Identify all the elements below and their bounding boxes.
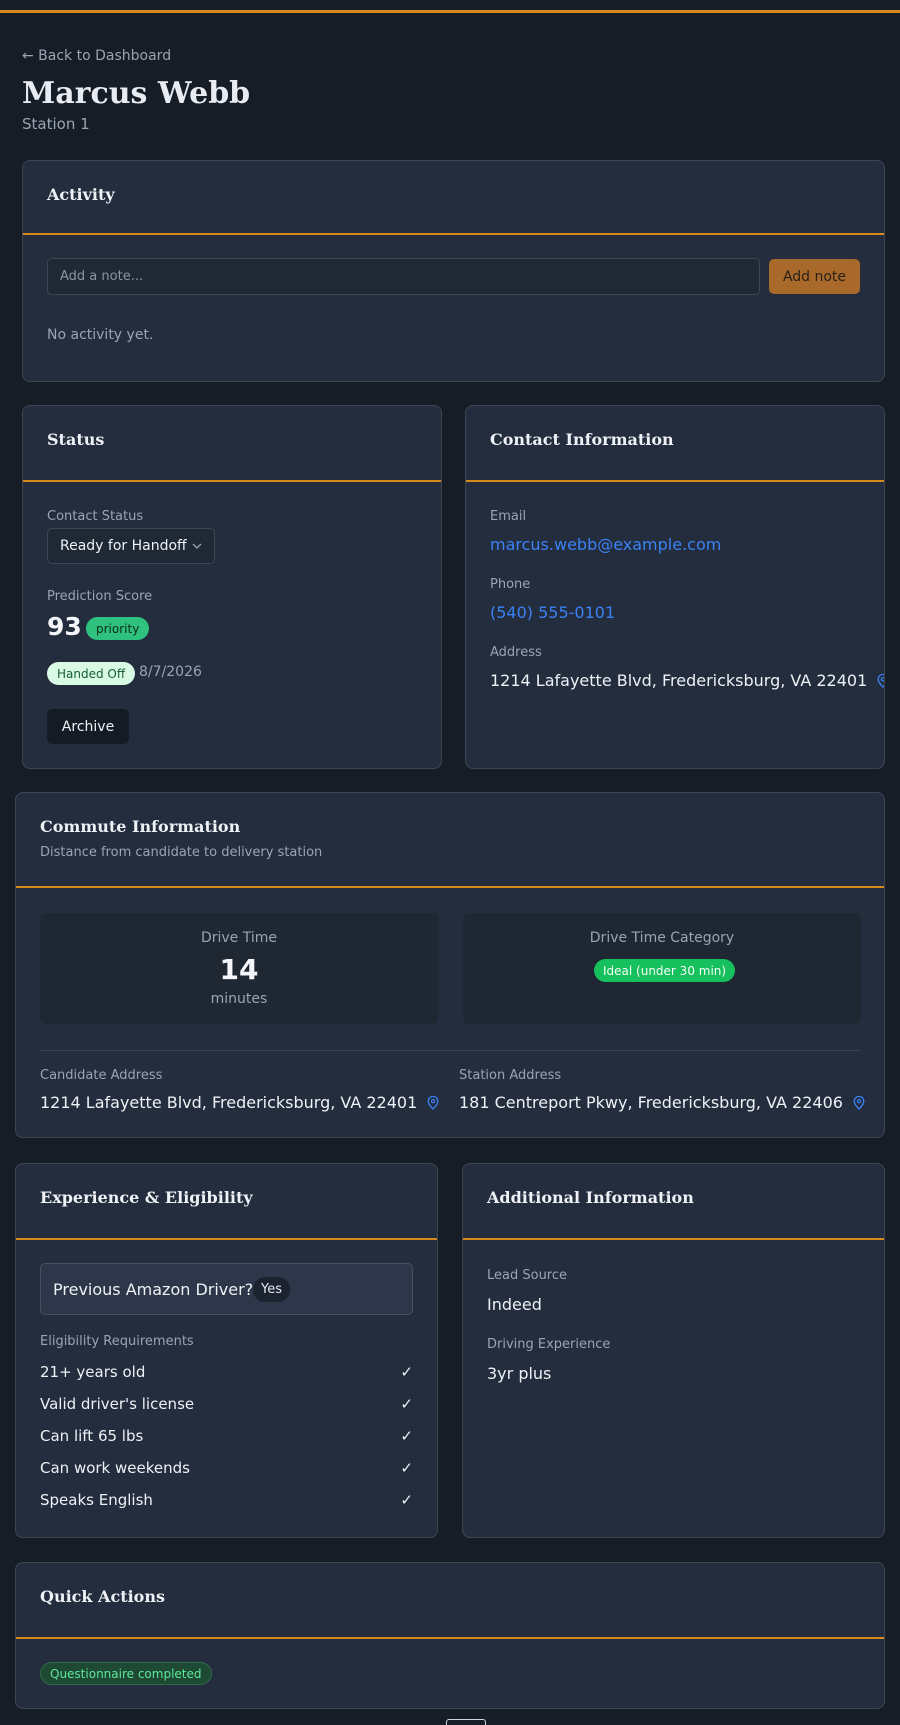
station-address-label: Station Address (459, 1068, 562, 1083)
card-title: Additional Information (487, 1188, 694, 1207)
checkmark-icon: ✓ (400, 1363, 413, 1381)
quick-actions-card-header: Quick Actions (16, 1563, 884, 1639)
eligibility-item: Can work weekends ✓ (40, 1459, 413, 1481)
lead-source-label: Lead Source (487, 1268, 568, 1283)
commute-card-header: Commute Information Distance from candid… (16, 793, 884, 888)
driving-experience-value: 3yr plus (487, 1364, 552, 1383)
drive-time-value: 14 (219, 953, 259, 986)
commute-card: Commute Information Distance from candid… (15, 792, 885, 1138)
eligibility-item-label: Can work weekends (40, 1459, 190, 1477)
email-label: Email (490, 509, 527, 524)
checkmark-icon: ✓ (400, 1395, 413, 1413)
map-pin-icon[interactable] (877, 673, 884, 688)
priority-badge: priority (86, 617, 150, 640)
chevron-down-icon (192, 541, 202, 552)
eligibility-item-label: Valid driver's license (40, 1395, 195, 1413)
status-card-header: Status (23, 406, 441, 482)
archive-button[interactable]: Archive (47, 709, 129, 744)
contact-card-header: Contact Information (466, 406, 884, 482)
eligibility-item-label: 21+ years old (40, 1363, 146, 1381)
card-description: Distance from candidate to delivery stat… (40, 845, 323, 860)
quick-actions-card: Quick Actions Questionnaire completed (15, 1562, 885, 1709)
eligibility-label: Eligibility Requirements (40, 1334, 194, 1349)
card-title: Experience & Eligibility (40, 1188, 253, 1207)
contact-status-label: Contact Status (47, 509, 144, 524)
prediction-score-value: 93 (47, 612, 82, 641)
card-title: Commute Information (40, 817, 241, 836)
driving-experience-label: Driving Experience (487, 1337, 611, 1352)
checkmark-icon: ✓ (400, 1459, 413, 1477)
page-title: Marcus Webb (22, 76, 251, 111)
phone-label: Phone (490, 577, 531, 592)
handed-off-date: 8/7/2026 (139, 664, 202, 680)
page-subtitle: Station 1 (22, 115, 90, 133)
station-address-value: 181 Centreport Pkwy, Fredericksburg, VA … (459, 1093, 865, 1112)
eligibility-item: Can lift 65 lbs ✓ (40, 1427, 413, 1449)
phone-link[interactable]: (540) 555-0101 (490, 603, 615, 622)
candidate-address-label: Candidate Address (40, 1068, 163, 1083)
drive-time-category-label: Drive Time Category (589, 930, 735, 946)
activity-card-header: Activity (23, 161, 884, 235)
handed-off-badge: Handed Off (47, 662, 136, 685)
add-note-button[interactable]: Add note (769, 259, 860, 294)
eligibility-item-label: Can lift 65 lbs (40, 1427, 144, 1445)
questionnaire-completed-badge: Questionnaire completed (40, 1662, 212, 1685)
address-value: 1214 Lafayette Blvd, Fredericksburg, VA … (490, 671, 884, 690)
station-address-text: 181 Centreport Pkwy, Fredericksburg, VA … (459, 1093, 843, 1112)
divider (40, 1050, 861, 1051)
previous-driver-question: Previous Amazon Driver? (53, 1280, 254, 1299)
scroll-indicator (446, 1719, 486, 1725)
back-to-dashboard-link[interactable]: ← Back to Dashboard (22, 48, 171, 64)
email-link[interactable]: marcus.webb@example.com (490, 535, 721, 554)
card-title: Quick Actions (40, 1587, 165, 1606)
candidate-address-text: 1214 Lafayette Blvd, Fredericksburg, VA … (40, 1093, 418, 1112)
experience-card: Experience & Eligibility Previous Amazon… (15, 1163, 438, 1538)
activity-empty-text: No activity yet. (47, 327, 154, 343)
additional-info-card: Additional Information Lead Source Indee… (462, 1163, 885, 1538)
eligibility-item: 21+ years old ✓ (40, 1363, 413, 1385)
drive-time-category-badge: Ideal (under 30 min) (594, 959, 736, 982)
previous-driver-box: Previous Amazon Driver? Yes (40, 1263, 413, 1315)
candidate-address-value: 1214 Lafayette Blvd, Fredericksburg, VA … (40, 1093, 439, 1112)
checkmark-icon: ✓ (400, 1427, 413, 1445)
activity-card: Activity Add note No activity yet. (22, 160, 885, 382)
drive-time-label: Drive Time (200, 930, 278, 946)
lead-source-value: Indeed (487, 1295, 542, 1314)
checkmark-icon: ✓ (400, 1491, 413, 1509)
drive-time-unit: minutes (210, 991, 268, 1007)
map-pin-icon[interactable] (427, 1095, 439, 1110)
card-title: Contact Information (490, 430, 674, 449)
status-card: Status Contact Status Ready for Handoff … (22, 405, 442, 769)
card-title: Status (47, 430, 105, 449)
prediction-score-label: Prediction Score (47, 589, 153, 604)
additional-info-card-header: Additional Information (463, 1164, 884, 1240)
experience-card-header: Experience & Eligibility (16, 1164, 437, 1240)
eligibility-item-label: Speaks English (40, 1491, 153, 1509)
address-label: Address (490, 645, 542, 660)
contact-card: Contact Information Email marcus.webb@ex… (465, 405, 885, 769)
drive-time-box: Drive Time 14 minutes (40, 913, 438, 1024)
previous-driver-answer-badge: Yes (253, 1277, 290, 1302)
eligibility-item: Valid driver's license ✓ (40, 1395, 413, 1417)
address-text: 1214 Lafayette Blvd, Fredericksburg, VA … (490, 671, 868, 690)
note-input[interactable] (47, 258, 760, 295)
top-accent-bar (0, 10, 900, 13)
eligibility-item: Speaks English ✓ (40, 1491, 413, 1513)
contact-status-value: Ready for Handoff (60, 538, 187, 554)
card-title: Activity (47, 185, 115, 204)
contact-status-select[interactable]: Ready for Handoff (47, 528, 215, 564)
drive-time-category-box: Drive Time Category Ideal (under 30 min) (463, 913, 861, 1024)
map-pin-icon[interactable] (853, 1095, 865, 1110)
